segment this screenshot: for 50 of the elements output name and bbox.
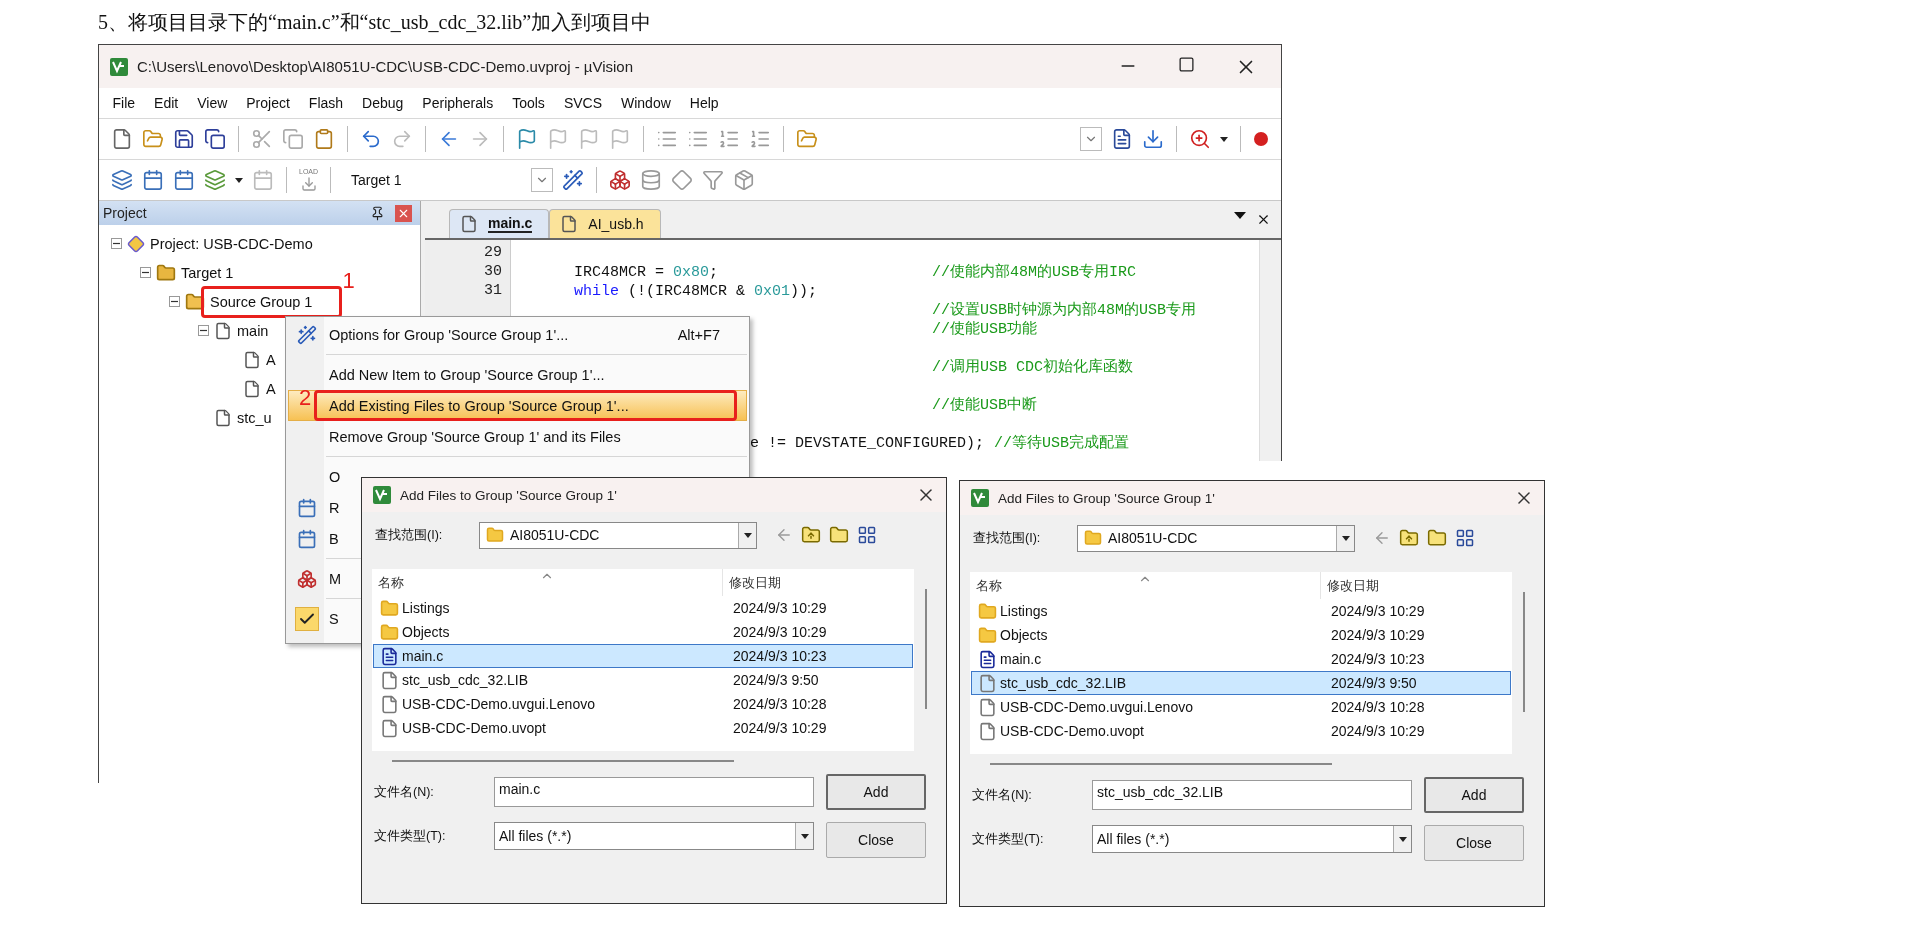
file-date: 2024/9/3 10:29	[1331, 723, 1425, 739]
file-date: 2024/9/3 10:29	[733, 600, 827, 616]
file-date: 2024/9/3 9:50	[1331, 675, 1417, 691]
file-name: Listings	[402, 600, 450, 616]
look-in-label: 查找范围(I):	[375, 526, 444, 544]
file-name: USB-CDC-Demo.uvgui.Lenovo	[1000, 699, 1193, 715]
file-type-label: 文件类型(T):	[374, 827, 447, 845]
file-name: USB-CDC-Demo.uvopt	[402, 720, 546, 736]
panel-title: Project	[103, 205, 148, 221]
line-number: 31	[484, 282, 502, 299]
code-comment: //调用USB CDC初始化库函数	[932, 357, 1133, 376]
line-number: 30	[484, 263, 502, 280]
file-date: 2024/9/3 10:29	[1331, 627, 1425, 643]
code-comment: //等待USB完成配置	[994, 433, 1130, 452]
shortcut-text: Alt+F7	[677, 326, 721, 343]
line-number: 29	[484, 244, 502, 261]
step-heading: 5、将项目目录下的“main.c”和“stc_usb_cdc_32.lib”加入到项目中	[98, 10, 653, 35]
file-type-label: 文件类型(T):	[972, 830, 1045, 848]
code-comment: //设置USB时钟源为内部48M的USB专用	[932, 300, 1197, 319]
file-date: 2024/9/3 10:23	[733, 648, 827, 664]
code-comment: //使能USB功能	[932, 319, 1037, 338]
dialog-title: Add Files to Group 'Source Group 1'	[998, 490, 1216, 506]
file-name: main.c	[1000, 651, 1042, 667]
code-line: while (!(IRC48MCR & 0x01));	[574, 283, 818, 300]
file-name: USB-CDC-Demo.uvopt	[1000, 723, 1144, 739]
file-date: 2024/9/3 10:28	[1331, 699, 1425, 715]
file-date: 2024/9/3 10:23	[1331, 651, 1425, 667]
file-date: 2024/9/3 9:50	[733, 672, 819, 688]
code-comment: //使能内部48M的USB专用IRC	[932, 262, 1137, 281]
file-date: 2024/9/3 10:28	[733, 696, 827, 712]
look-in-label: 查找范围(I):	[973, 529, 1042, 547]
code-line: e != DEVSTATE_CONFIGURED);	[750, 435, 985, 452]
file-name: main.c	[402, 648, 444, 664]
file-name: stc_usb_cdc_32.LIB	[402, 672, 529, 688]
step-number: 1	[342, 269, 355, 292]
code-line: IRC48MCR = 0x80;	[574, 264, 719, 281]
file-name: stc_usb_cdc_32.LIB	[1000, 675, 1127, 691]
file-name: Listings	[1000, 603, 1048, 619]
dialog-title: Add Files to Group 'Source Group 1'	[400, 487, 618, 503]
file-name: Objects	[1000, 627, 1048, 643]
code-comment: //使能USB中断	[932, 395, 1037, 414]
window-title: C:\Users\Lenovo\Desktop\AI8051U-CDC\USB-CDC-Demo.uvproj - µVision	[137, 58, 634, 75]
file-name: Objects	[402, 624, 450, 640]
file-name: USB-CDC-Demo.uvgui.Lenovo	[402, 696, 595, 712]
file-date: 2024/9/3 10:29	[1331, 603, 1425, 619]
file-date: 2024/9/3 10:29	[733, 720, 827, 736]
file-date: 2024/9/3 10:29	[733, 624, 827, 640]
step-number: 2	[299, 387, 312, 409]
file-name-label: 文件名(N):	[374, 783, 435, 801]
file-name-label: 文件名(N):	[972, 786, 1033, 804]
